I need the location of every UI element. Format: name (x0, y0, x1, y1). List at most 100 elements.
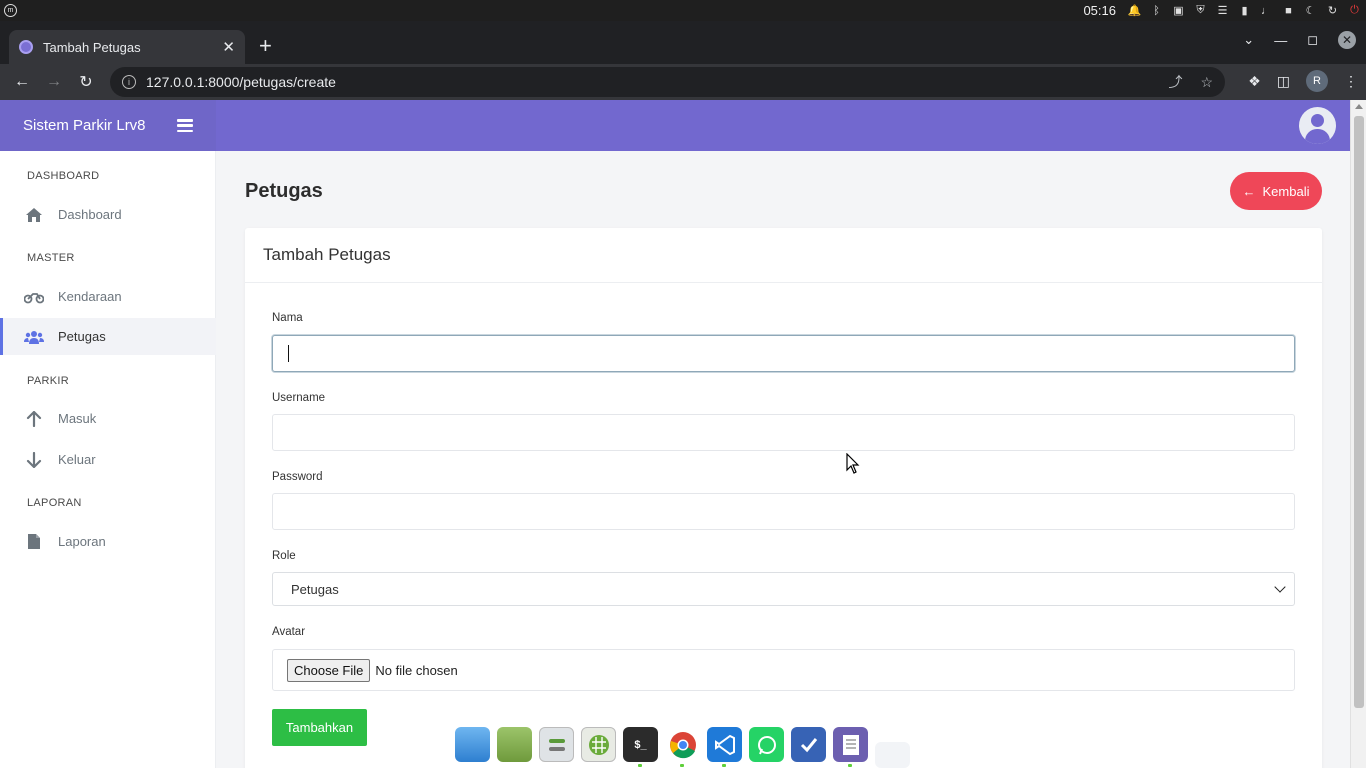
browser-tab-strip: Tambah Petugas ✕ + ⌄ — ◻ ✕ (0, 21, 1366, 64)
card-title: Tambah Petugas (245, 228, 1322, 283)
browser-toolbar: ← → ↻ i 127.0.0.1:8000/petugas/create ⤴ … (0, 64, 1366, 100)
vscode-icon[interactable] (707, 727, 742, 767)
os-top-bar: m 05:16 🔔 ᛒ ▣ ⛨ ☰ ▮ ♩ ■ ☾ ↻ ⏻ (0, 0, 1366, 21)
page-title: Petugas (245, 180, 323, 202)
close-window-icon[interactable]: ✕ (1338, 31, 1356, 49)
tab-search-chevron-icon[interactable]: ⌄ (1243, 32, 1254, 48)
sidebar-item-label: Laporan (58, 534, 106, 549)
file-status: No file chosen (375, 662, 458, 678)
wifi-icon[interactable]: ☰ (1215, 3, 1230, 18)
reload-icon[interactable]: ↻ (70, 72, 102, 92)
tab-tambah-petugas[interactable]: Tambah Petugas ✕ (9, 30, 245, 64)
profile-avatar[interactable]: R (1306, 70, 1328, 92)
bluetooth-icon[interactable]: ᛒ (1149, 3, 1164, 18)
close-tab-icon[interactable]: ✕ (222, 38, 235, 56)
clock[interactable]: 05:16 (1083, 3, 1116, 18)
whatsapp-icon[interactable] (749, 727, 784, 762)
users-icon (24, 328, 44, 346)
maximize-icon[interactable]: ◻ (1307, 32, 1318, 48)
new-tab-icon[interactable]: + (259, 33, 272, 59)
app-brand-title[interactable]: Sistem Parkir Lrv8 (23, 117, 177, 134)
site-info-icon[interactable]: i (122, 75, 136, 89)
shield-icon[interactable]: ⛨ (1193, 3, 1208, 18)
back-arrow-icon[interactable]: ← (6, 73, 38, 91)
lock-icon[interactable]: ■ (1281, 3, 1296, 18)
sidebar-heading-parkir: PARKIR (27, 375, 69, 387)
sidebar-item-petugas[interactable]: Petugas (0, 318, 216, 355)
settings-icon[interactable] (539, 727, 574, 762)
os-menu-icon[interactable]: m (4, 4, 17, 17)
user-avatar[interactable] (1299, 107, 1336, 144)
side-panel-icon[interactable]: ◫ (1277, 73, 1290, 90)
sidebar-item-label: Kendaraan (58, 289, 122, 304)
arrow-up-icon (24, 410, 44, 428)
home-icon (24, 206, 44, 224)
arrow-down-icon (24, 451, 44, 469)
role-label: Role (272, 550, 296, 562)
tab-title: Tambah Petugas (43, 39, 141, 55)
sidebar-item-keluar[interactable]: Keluar (0, 441, 216, 478)
sidebar-item-label: Masuk (58, 411, 97, 426)
nama-input[interactable] (272, 335, 1295, 372)
submit-button[interactable]: Tambahkan (272, 709, 367, 746)
avatar-label: Avatar (272, 626, 306, 638)
power-icon[interactable]: ⏻ (1347, 3, 1362, 18)
text-caret (288, 345, 289, 362)
app-brand-bar: Sistem Parkir Lrv8 (0, 100, 216, 151)
night-mode-icon[interactable]: ☾ (1303, 3, 1318, 18)
avatar-file-input[interactable]: Choose File No file chosen (272, 649, 1295, 691)
file-icon (24, 533, 44, 551)
form-card: Tambah Petugas Nama Username Password Ro… (245, 228, 1322, 768)
share-icon[interactable]: ⤴ (1168, 72, 1182, 92)
app-top-navbar (216, 100, 1350, 151)
browser-menu-icon[interactable]: ⋮ (1344, 73, 1358, 90)
scroll-thumb[interactable] (1354, 116, 1364, 708)
screenshot-icon[interactable] (875, 742, 910, 768)
username-input[interactable] (272, 414, 1295, 451)
sidebar-heading-dashboard: DASHBOARD (27, 170, 100, 182)
scroll-up-arrow-icon[interactable] (1355, 104, 1363, 109)
tasks-icon[interactable] (791, 727, 826, 762)
page-scrollbar[interactable] (1350, 100, 1366, 768)
sidebar-item-dashboard[interactable]: Dashboard (0, 196, 216, 233)
username-label: Username (272, 392, 326, 404)
restart-icon[interactable]: ↻ (1325, 3, 1340, 18)
dock: $_ (455, 727, 910, 768)
sidebar-heading-laporan: LAPORAN (27, 497, 82, 509)
sidebar-item-kendaraan[interactable]: Kendaraan (0, 278, 216, 315)
battery-icon[interactable]: ▮ (1237, 3, 1252, 18)
clipboard-icon[interactable]: ▣ (1171, 3, 1186, 18)
chrome-icon[interactable] (665, 727, 700, 767)
volume-icon[interactable]: ♩ (1259, 3, 1274, 18)
nama-label: Nama (272, 312, 303, 324)
extensions-icon[interactable]: ❖ (1248, 73, 1261, 90)
choose-file-button[interactable]: Choose File (287, 658, 371, 682)
favicon-icon (19, 40, 33, 54)
back-button[interactable]: ← Kembali (1230, 172, 1322, 210)
bookmark-star-icon[interactable]: ☆ (1200, 74, 1213, 91)
sidebar-item-laporan[interactable]: Laporan (0, 523, 216, 560)
back-button-label: Kembali (1262, 183, 1310, 199)
password-label: Password (272, 471, 323, 483)
role-selected-value: Petugas (291, 581, 339, 597)
arrow-left-icon: ← (1242, 183, 1256, 199)
browser-actions: ❖ ◫ R ⋮ (1248, 70, 1358, 92)
sidebar-item-masuk[interactable]: Masuk (0, 400, 216, 437)
minimize-icon[interactable]: — (1274, 33, 1287, 48)
text-editor-icon[interactable] (833, 727, 868, 767)
role-select[interactable]: Petugas (272, 572, 1295, 606)
hamburger-menu-icon[interactable] (177, 119, 193, 132)
chevron-down-icon (1274, 581, 1286, 593)
spreadsheet-icon[interactable] (581, 727, 616, 762)
system-tray: 05:16 🔔 ᛒ ▣ ⛨ ☰ ▮ ♩ ■ ☾ ↻ ⏻ (1083, 0, 1362, 21)
notification-bell-icon[interactable]: 🔔 (1127, 3, 1142, 18)
sidebar-heading-master: MASTER (27, 252, 75, 264)
address-bar[interactable]: i 127.0.0.1:8000/petugas/create ⤴ ☆ (110, 67, 1225, 97)
password-input[interactable] (272, 493, 1295, 530)
url-text[interactable]: 127.0.0.1:8000/petugas/create (146, 74, 1150, 90)
forward-arrow-icon[interactable]: → (38, 73, 70, 91)
folder-icon[interactable] (497, 727, 532, 762)
terminal-icon[interactable]: $_ (623, 727, 658, 767)
files-icon[interactable] (455, 727, 490, 762)
sidebar-item-label: Keluar (58, 452, 96, 467)
